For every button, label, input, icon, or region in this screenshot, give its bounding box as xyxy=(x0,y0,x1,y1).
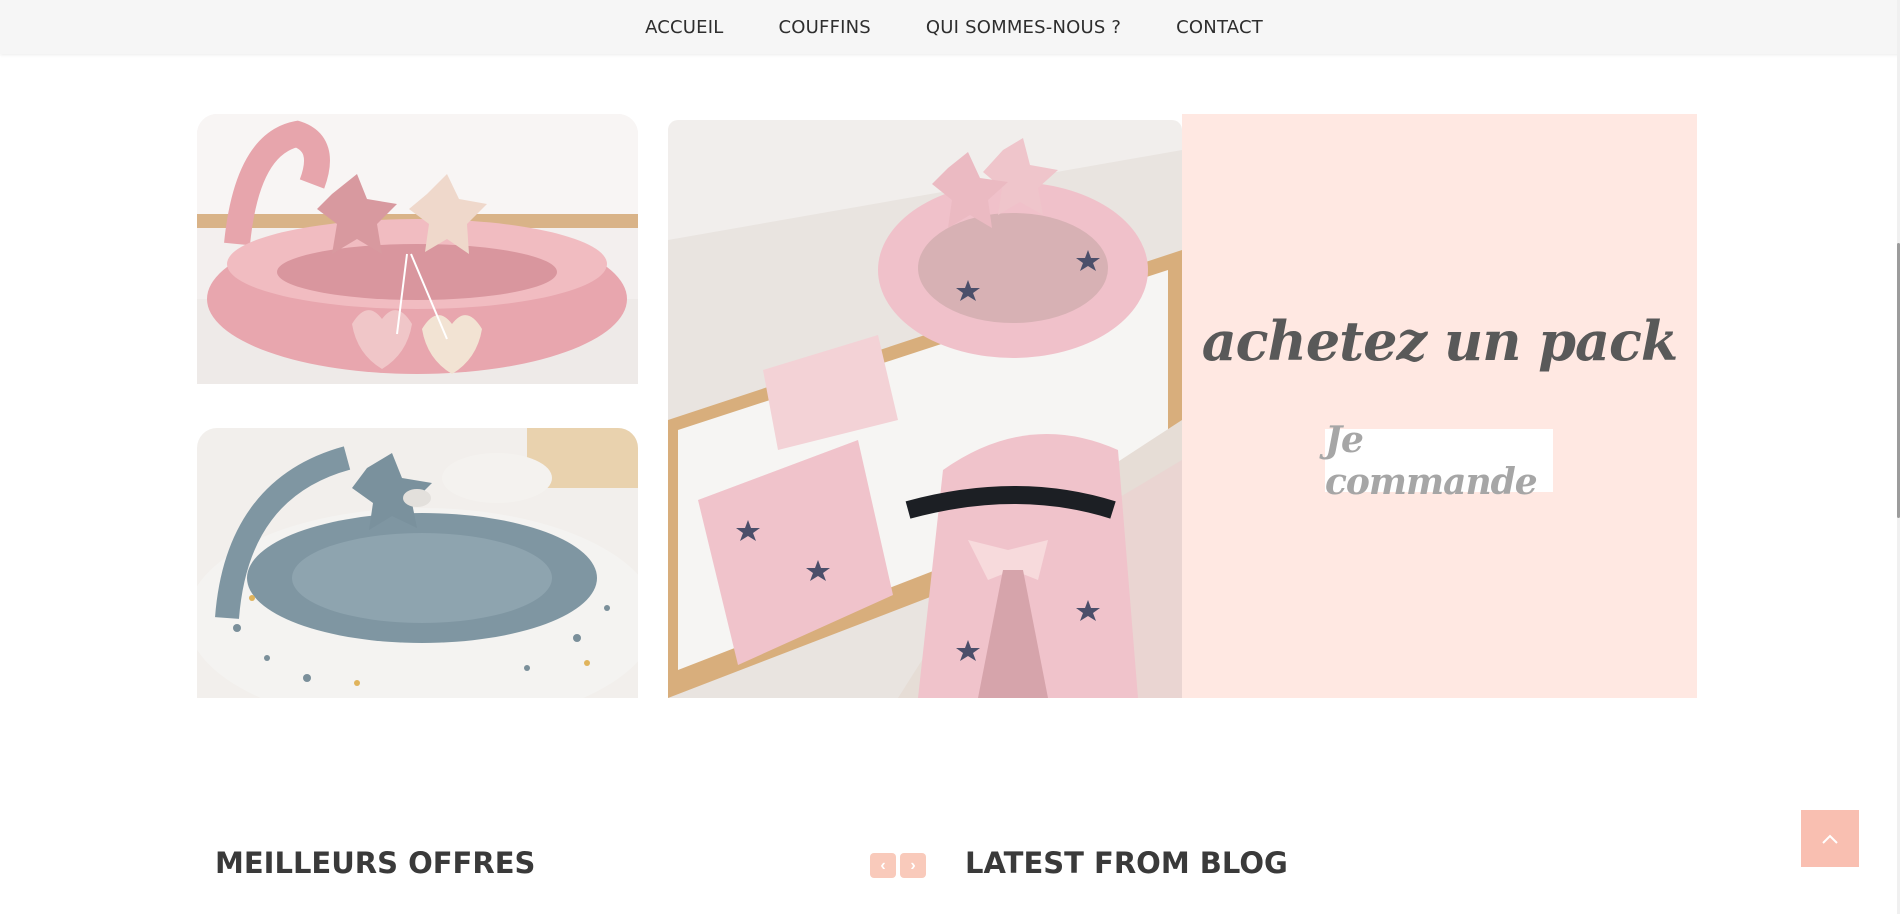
pack-promo-panel: achetez un pack Je commande xyxy=(1182,114,1697,698)
order-button[interactable]: Je commande xyxy=(1325,419,1553,503)
carousel-next-button[interactable]: › xyxy=(900,853,926,878)
main-navigation: ACCUEIL COUFFINS QUI SOMMES-NOUS ? CONTA… xyxy=(0,0,1900,54)
nav-link-accueil[interactable]: ACCUEIL xyxy=(645,17,723,38)
chevron-right-icon: › xyxy=(910,856,916,874)
pack-promo-title: achetez un pack xyxy=(1201,309,1679,373)
blue-baby-nest-photo[interactable] xyxy=(197,428,638,698)
chevron-left-icon: ‹ xyxy=(880,856,886,874)
pink-star-pack-photo[interactable] xyxy=(668,120,1182,698)
nav-link-contact[interactable]: CONTACT xyxy=(1176,17,1263,38)
chevron-up-icon xyxy=(1822,834,1838,844)
latest-blog-title: LATEST FROM BLOG xyxy=(965,846,1288,880)
pink-baby-nest-photo[interactable] xyxy=(197,114,638,384)
nav-link-couffins[interactable]: COUFFINS xyxy=(779,17,871,38)
carousel-prev-button[interactable]: ‹ xyxy=(870,853,896,878)
nav-link-qui-sommes-nous[interactable]: QUI SOMMES-NOUS ? xyxy=(926,17,1121,38)
best-offers-title: MEILLEURS OFFRES xyxy=(215,846,536,880)
back-to-top-button[interactable] xyxy=(1801,810,1859,867)
